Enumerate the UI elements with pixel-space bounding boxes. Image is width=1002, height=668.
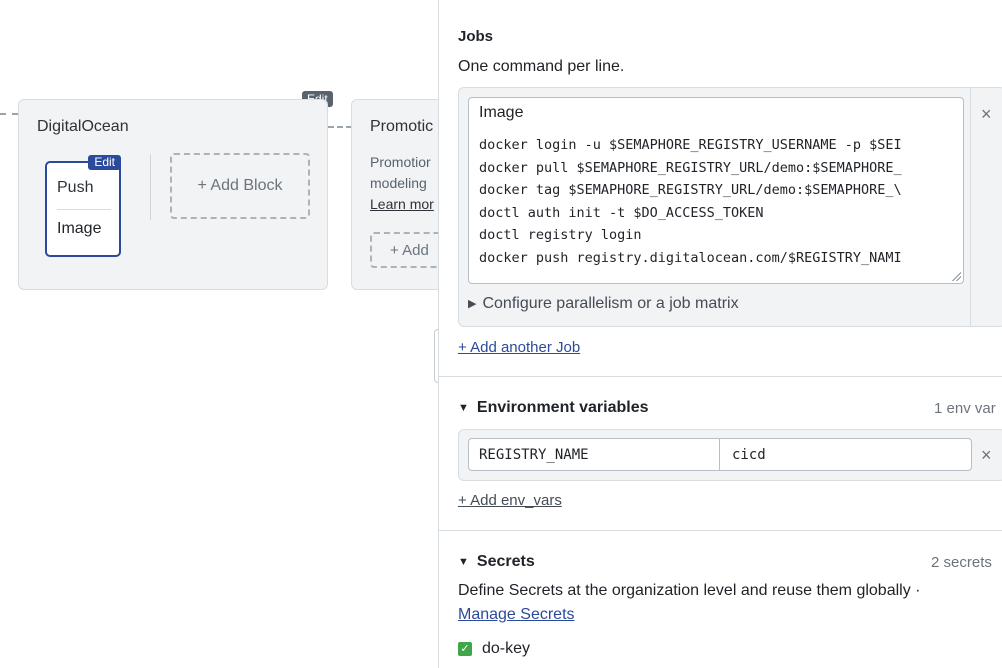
- jobs-section-title: Jobs: [458, 28, 494, 45]
- block-title: DigitalOcean: [37, 118, 129, 135]
- add-env-vars-link[interactable]: + Add env_vars: [458, 492, 562, 509]
- collapse-triangle-icon: ▼: [458, 556, 469, 568]
- job-edit-button[interactable]: Edit: [88, 155, 121, 170]
- section-divider: [439, 376, 1002, 377]
- job-card-selected[interactable]: Edit Push Image: [45, 155, 121, 257]
- job-item-image[interactable]: Image: [57, 220, 111, 238]
- secrets-section-toggle[interactable]: ▼ Secrets: [458, 553, 535, 571]
- secrets-description: Define Secrets at the organization level…: [458, 582, 921, 599]
- secrets-title: Secrets: [476, 553, 535, 570]
- job-commands-textarea[interactable]: docker login -u $SEMAPHORE_REGISTRY_USER…: [468, 128, 964, 284]
- secret-name: do-key: [482, 640, 531, 657]
- add-promotion-button[interactable]: + Add: [370, 232, 438, 268]
- textarea-resize-grip[interactable]: [951, 271, 961, 281]
- block-config-panel: Jobs One command per line. docker login …: [438, 0, 1002, 668]
- expand-triangle-icon: ▶: [468, 298, 477, 310]
- learn-more-link[interactable]: Learn mor: [370, 194, 434, 215]
- connector-line: [328, 126, 352, 128]
- env-var-name-input[interactable]: [468, 438, 720, 471]
- secret-item-do-key[interactable]: ✓ do-key: [458, 640, 530, 658]
- remove-env-var-close-icon[interactable]: ×: [981, 445, 992, 466]
- remove-job-close-icon[interactable]: ×: [981, 104, 992, 125]
- promo-text-line: modeling: [370, 175, 427, 191]
- collapse-triangle-icon: ▼: [458, 402, 469, 414]
- promo-text-line: Promotior: [370, 154, 431, 170]
- checkbox-checked-icon[interactable]: ✓: [458, 642, 472, 656]
- env-vars-section-toggle[interactable]: ▼ Environment variables: [458, 399, 649, 417]
- parallelism-toggle[interactable]: ▶ Configure parallelism or a job matrix: [468, 295, 739, 313]
- jobs-section-subtitle: One command per line.: [458, 58, 625, 75]
- job-editor: docker login -u $SEMAPHORE_REGISTRY_USER…: [458, 87, 1002, 327]
- connector-line: [0, 113, 18, 115]
- secrets-count: 2 secrets: [931, 554, 992, 571]
- block-digitalocean[interactable]: DigitalOcean Edit Push Image + Add Block: [18, 99, 328, 290]
- env-var-row: ×: [458, 429, 1002, 481]
- workflow-canvas: Edit DigitalOcean Edit Push Image + Add …: [0, 0, 438, 668]
- block-title: Promotic: [370, 118, 434, 135]
- job-item-push[interactable]: Push: [57, 179, 111, 197]
- env-vars-count: 1 env var: [934, 400, 996, 417]
- parallelism-label: Configure parallelism or a job matrix: [482, 295, 739, 312]
- divider: [150, 154, 151, 220]
- divider: [57, 209, 111, 210]
- block-promotions[interactable]: Promotic Promotior modeling Learn mor + …: [351, 99, 438, 290]
- env-vars-title: Environment variables: [476, 399, 649, 416]
- manage-secrets-link[interactable]: Manage Secrets: [458, 606, 575, 624]
- add-another-job-link[interactable]: + Add another Job: [458, 339, 580, 356]
- add-block-button[interactable]: + Add Block: [170, 153, 310, 219]
- job-name-input[interactable]: [468, 97, 964, 129]
- env-var-value-input[interactable]: [719, 438, 972, 471]
- divider: [970, 88, 971, 326]
- section-divider: [439, 530, 1002, 531]
- promotions-description: Promotior modeling Learn mor: [370, 152, 434, 215]
